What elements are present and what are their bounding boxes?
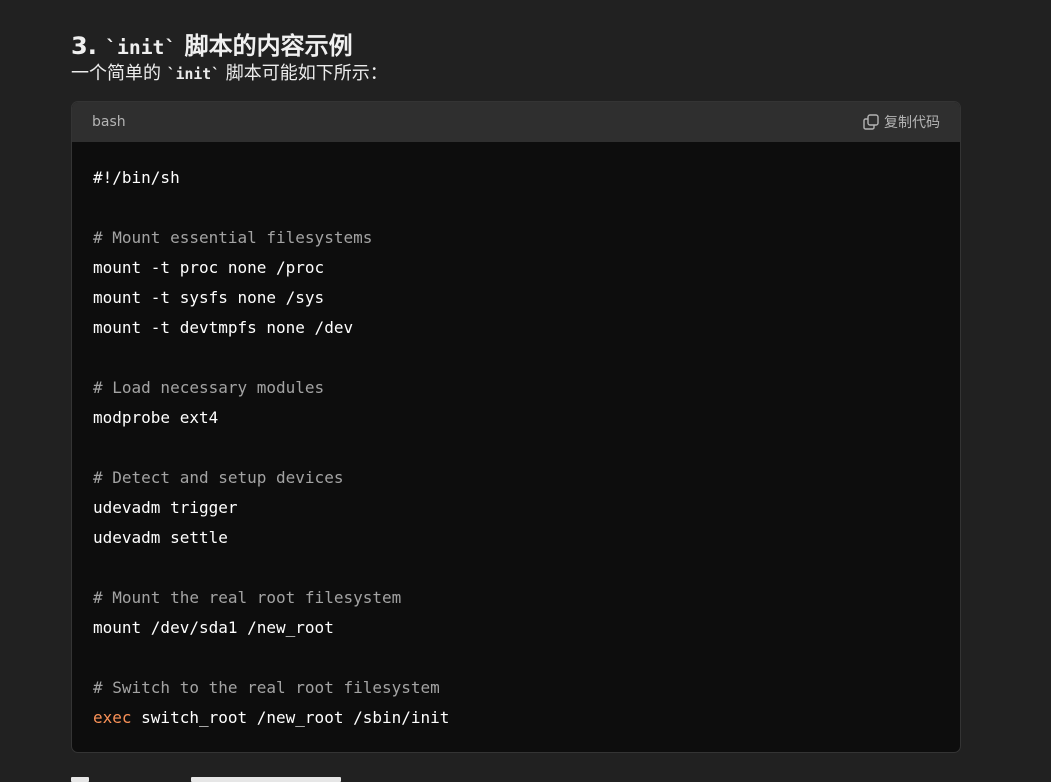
code-block-header: bash 复制代码 [72, 102, 960, 142]
code-line: # Load necessary modules [93, 378, 325, 397]
code-line: # Mount essential filesystems [93, 228, 373, 247]
code-block: bash 复制代码 #!/bin/sh # Mount essential fil… [71, 101, 961, 753]
copy-icon [862, 113, 880, 131]
exec-args: switch_root /new_root /sbin/init [131, 708, 450, 727]
code-language-label: bash [92, 114, 126, 130]
heading-suffix: 脚本的内容示例 [176, 31, 353, 60]
copy-code-label: 复制代码 [884, 115, 940, 131]
code-line-exec: exec switch_root /new_root /sbin/init [93, 703, 939, 733]
code-line: mount -t devtmpfs none /dev [93, 318, 354, 337]
intro-inline-code: `init` [166, 66, 221, 83]
code-line: mount /dev/sda1 /new_root [93, 618, 334, 637]
intro-suffix: 脚本可能如下所示： [220, 63, 388, 84]
next-heading-partial [71, 771, 361, 782]
code-line: mount -t sysfs none /sys [93, 288, 325, 307]
intro-paragraph: 一个简单的 `init` 脚本可能如下所示： [71, 58, 388, 91]
copy-code-button[interactable]: 复制代码 [862, 112, 940, 132]
intro-prefix: 一个简单的 [71, 63, 167, 84]
heading-prefix: 3. [71, 31, 106, 60]
exec-keyword: exec [93, 708, 132, 727]
code-line: modprobe ext4 [93, 408, 219, 427]
code-line: udevadm settle [93, 528, 228, 547]
code-line: #!/bin/sh [93, 168, 180, 187]
code-body: #!/bin/sh # Mount essential filesystems mo… [72, 142, 960, 733]
code-line: udevadm trigger [93, 498, 238, 517]
heading-inline-code: `init` [105, 35, 177, 59]
code-line: # Switch to the real root filesystem [93, 678, 440, 697]
code-line: # Mount the real root filesystem [93, 588, 402, 607]
code-line: # Detect and setup devices [93, 468, 344, 487]
code-line: mount -t proc none /proc [93, 258, 325, 277]
